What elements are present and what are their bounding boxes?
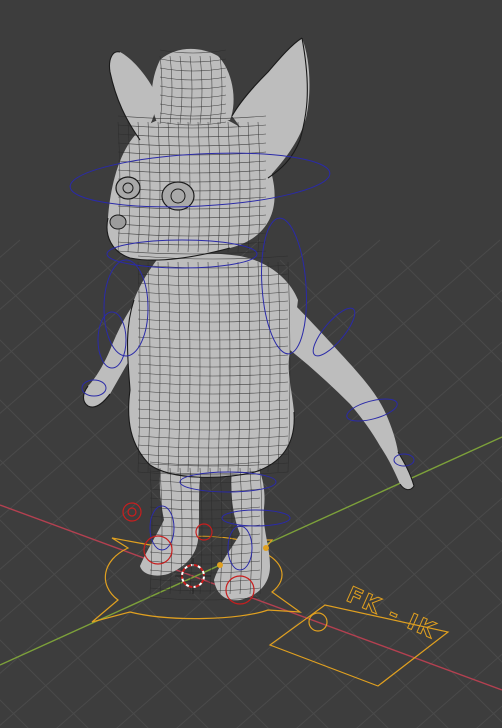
- right-eye: [161, 181, 195, 211]
- fkik-label: FK - IK: [343, 583, 441, 645]
- foot-pivot-marker: [217, 562, 223, 568]
- nose: [109, 214, 127, 230]
- viewport-canvas[interactable]: FK - IK: [0, 0, 502, 728]
- foot-pivot-marker-2: [263, 545, 269, 551]
- fkik-switch-control[interactable]: FK - IK: [268, 582, 450, 687]
- left-eye: [115, 176, 141, 200]
- 3d-viewport[interactable]: FK - IK: [0, 0, 502, 728]
